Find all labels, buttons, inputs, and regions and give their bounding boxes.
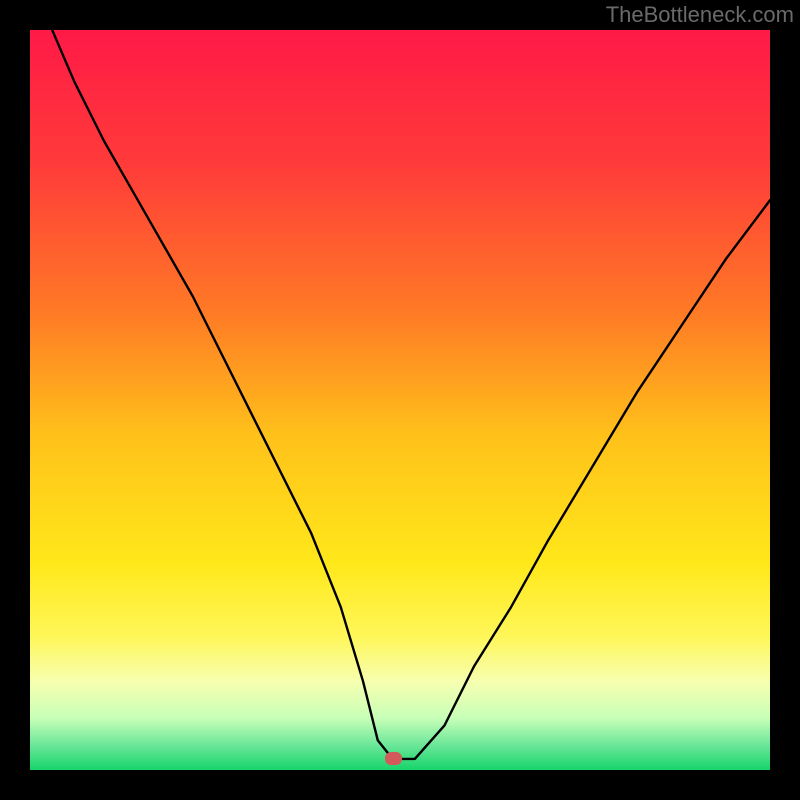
chart-container: TheBottleneck.com — [0, 0, 800, 800]
gradient-plot-area — [30, 30, 770, 770]
watermark-text: TheBottleneck.com — [606, 2, 794, 28]
optimal-point-marker — [385, 752, 402, 765]
